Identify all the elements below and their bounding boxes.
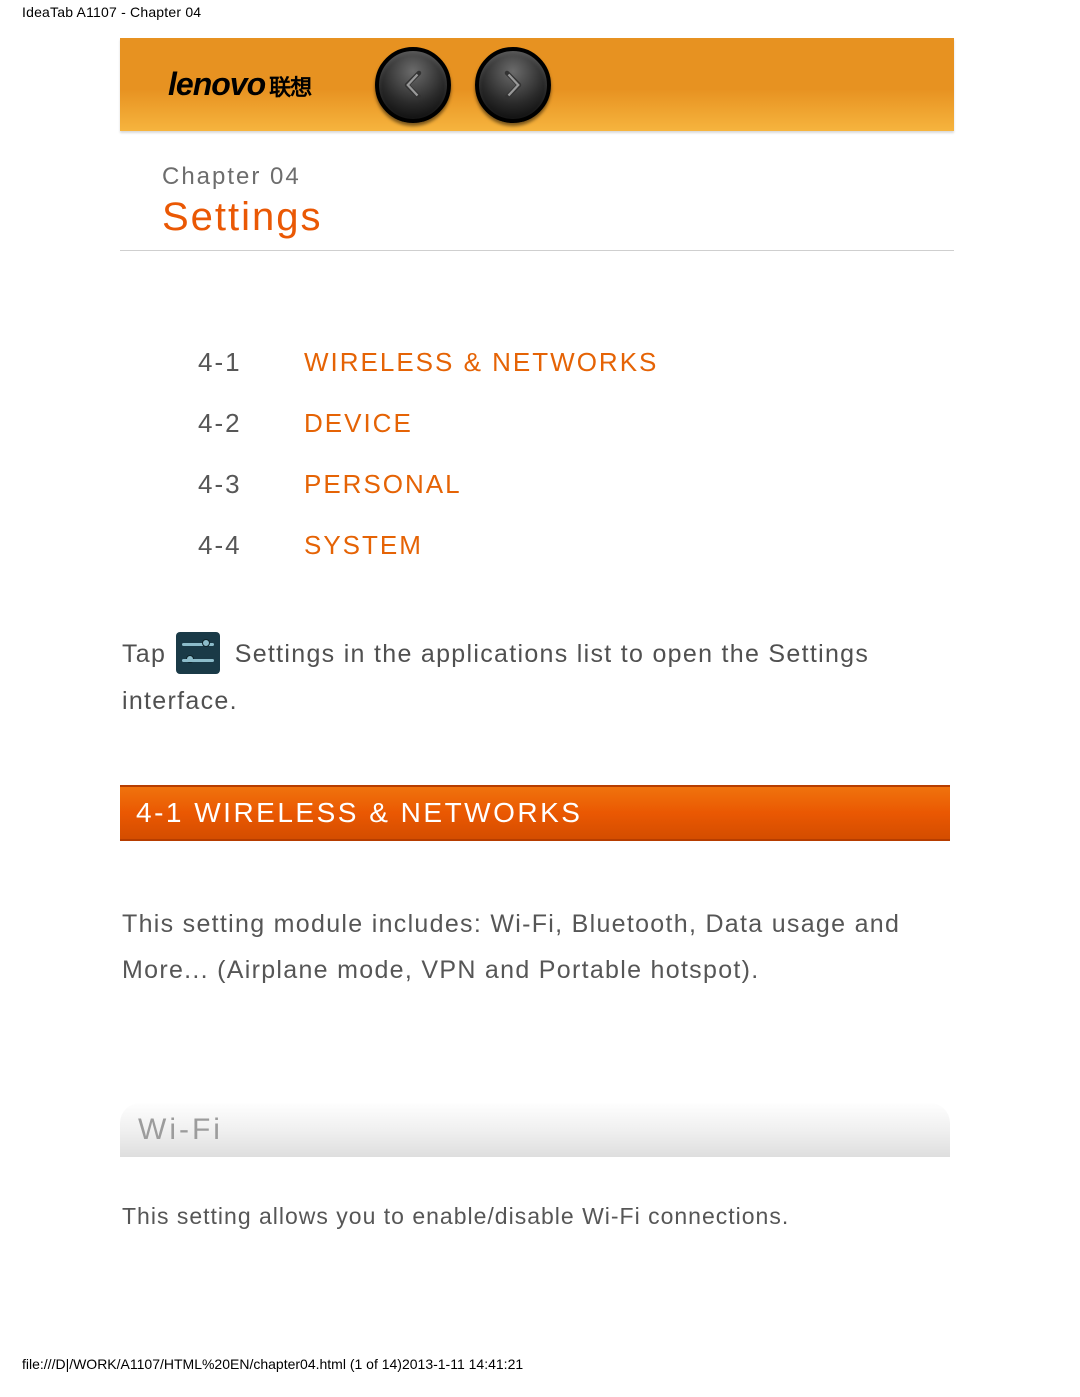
chapter-title: Settings: [162, 195, 954, 250]
toc-row: 4-1 WIRELESS & NETWORKS: [198, 347, 950, 378]
chapter-block: Chapter 04 Settings: [120, 131, 954, 250]
prev-chapter-button[interactable]: [375, 47, 451, 123]
top-banner: lenovo 联想: [120, 38, 954, 131]
chevron-right-icon: [495, 67, 531, 103]
toc-link-device[interactable]: DEVICE: [304, 408, 413, 439]
page-header-text: IdeaTab A1107 - Chapter 04: [0, 0, 1080, 20]
toc-link-personal[interactable]: PERSONAL: [304, 469, 462, 500]
toc-row: 4-3 PERSONAL: [198, 469, 950, 500]
toc-link-system[interactable]: SYSTEM: [304, 530, 423, 561]
divider: [120, 250, 954, 251]
intro-text-after: Settings in the applications list to ope…: [122, 640, 869, 715]
intro-text-before: Tap: [122, 640, 174, 668]
toc-row: 4-4 SYSTEM: [198, 530, 950, 561]
main-content: lenovo 联想 Chapter 04 Settings: [120, 38, 954, 1236]
toc-num: 4-2: [198, 408, 254, 439]
lenovo-logo-cn: 联想: [269, 70, 311, 102]
section-body-4-1: This setting module includes: Wi-Fi, Blu…: [120, 901, 950, 994]
chevron-left-icon: [395, 67, 431, 103]
toc-row: 4-2 DEVICE: [198, 408, 950, 439]
lenovo-logo-text: lenovo: [168, 66, 265, 103]
settings-icon: [176, 632, 220, 674]
toc-link-wireless-networks[interactable]: WIRELESS & NETWORKS: [304, 347, 658, 378]
body-content: 4-1 WIRELESS & NETWORKS 4-2 DEVICE 4-3 P…: [120, 347, 954, 1236]
toc-num: 4-1: [198, 347, 254, 378]
chapter-label: Chapter 04: [162, 163, 954, 191]
nav-buttons: [375, 47, 551, 123]
toc-num: 4-4: [198, 530, 254, 561]
page-footer-text: file:///D|/WORK/A1107/HTML%20EN/chapter0…: [22, 1356, 1080, 1372]
table-of-contents: 4-1 WIRELESS & NETWORKS 4-2 DEVICE 4-3 P…: [198, 347, 950, 561]
wifi-body: This setting allows you to enable/disabl…: [120, 1197, 950, 1236]
section-heading-4-1: 4-1 WIRELESS & NETWORKS: [120, 785, 950, 841]
lenovo-logo: lenovo 联想: [168, 66, 311, 103]
next-chapter-button[interactable]: [475, 47, 551, 123]
subheading-wifi: Wi-Fi: [120, 1103, 950, 1157]
intro-paragraph: Tap Settings in the applications list to…: [122, 631, 950, 725]
toc-num: 4-3: [198, 469, 254, 500]
